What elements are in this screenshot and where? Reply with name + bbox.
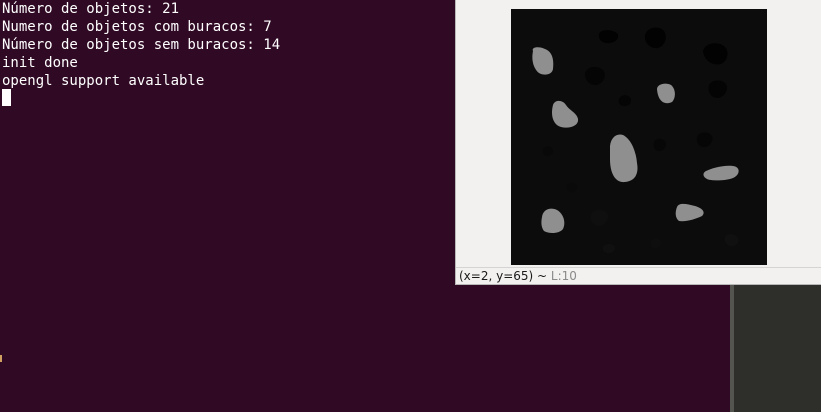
dark-object [598, 30, 619, 44]
dark-object [584, 66, 605, 86]
dark-object [618, 95, 632, 107]
dark-object [724, 234, 739, 247]
terminal-line: init done [2, 55, 78, 71]
image-viewer-window[interactable]: (x=2, y=65) ~ L:10 [455, 0, 821, 285]
dark-object [644, 27, 666, 49]
status-separator: ~ [533, 269, 551, 283]
desktop: Número de objetos: 21 Numero de objetos … [0, 0, 821, 412]
dark-object [696, 132, 713, 147]
terminal-line: Número de objetos sem buracos: 14 [2, 37, 281, 53]
terminal-cursor [2, 89, 11, 106]
light-object [541, 208, 565, 234]
dark-object [653, 138, 667, 152]
dark-object [590, 209, 609, 226]
dark-object [650, 238, 662, 249]
segmented-objects-image [532, 27, 739, 254]
pixel-coordinates: (x=2, y=65) [459, 269, 534, 283]
light-object [532, 47, 554, 75]
dark-object [708, 80, 728, 98]
pixel-level: L:10 [550, 269, 577, 283]
light-object [551, 100, 579, 128]
light-object [657, 83, 675, 104]
window-edge-marker [0, 355, 2, 362]
terminal-line: Número de objetos: 21 [2, 1, 180, 17]
light-object [675, 203, 704, 222]
terminal-line: Numero de objetos com buracos: 7 [2, 19, 272, 35]
dark-object [566, 182, 578, 193]
dark-object [602, 244, 616, 254]
light-object [610, 134, 638, 183]
terminal-line: opengl support available [2, 73, 205, 89]
dark-object [542, 146, 554, 157]
dark-object [703, 43, 728, 65]
status-bar: (x=2, y=65) ~ L:10 [456, 267, 821, 285]
image-canvas[interactable] [511, 9, 767, 265]
light-object [703, 165, 739, 181]
